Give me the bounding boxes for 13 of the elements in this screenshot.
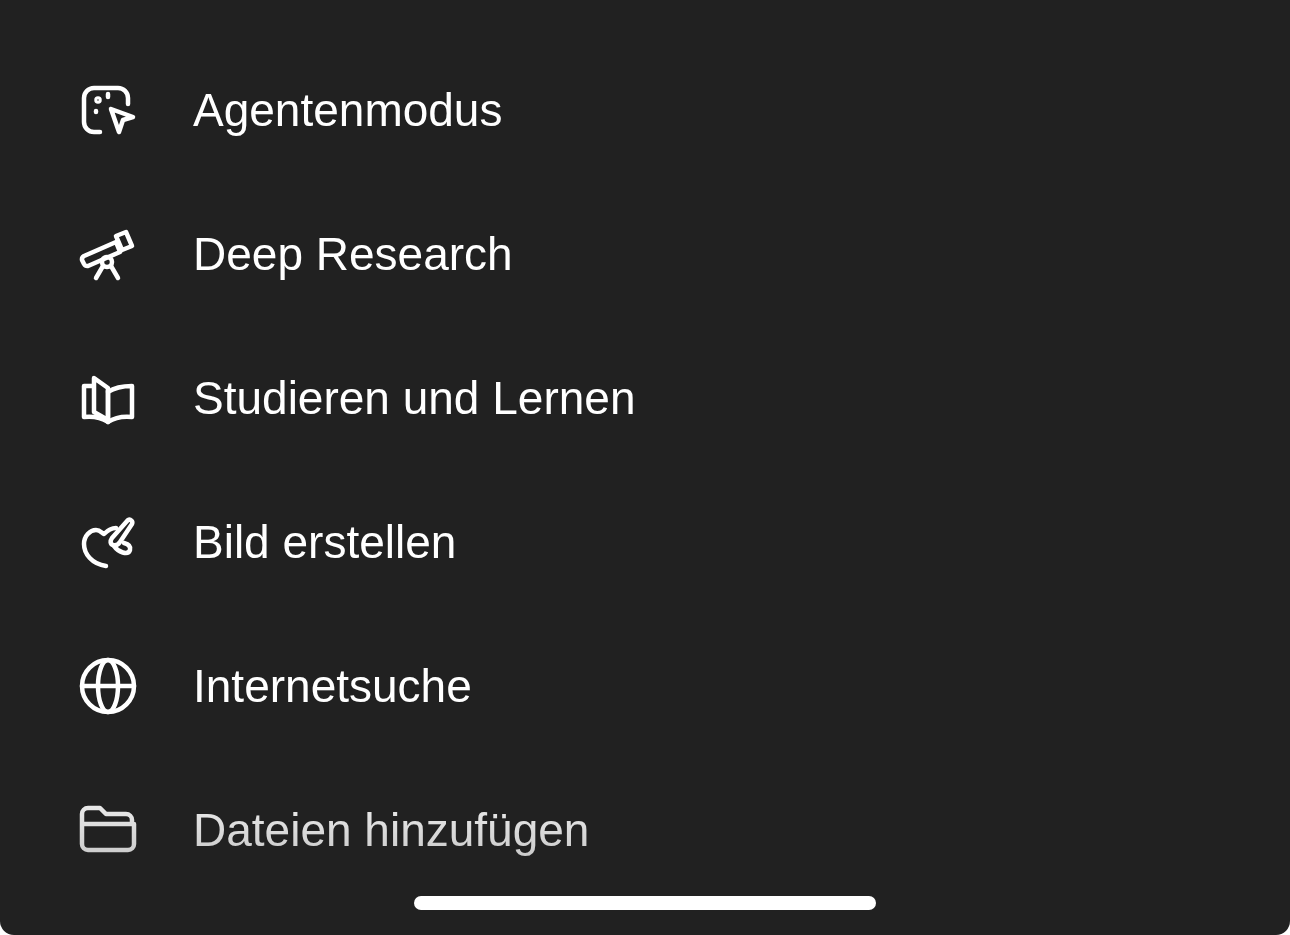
menu-item-label: Internetsuche	[193, 659, 472, 713]
globe-icon	[78, 656, 138, 716]
menu-item[interactable]: Internetsuche	[78, 614, 472, 758]
menu-item[interactable]: Bild erstellen	[78, 470, 457, 614]
menu-item[interactable]: Studieren und Lernen	[78, 326, 636, 470]
menu-item-label: Dateien hinzufügen	[193, 803, 590, 857]
menu-item-label: Studieren und Lernen	[193, 371, 636, 425]
menu-item-label: Agentenmodus	[193, 83, 503, 137]
menu-item[interactable]: Dateien hinzufügen	[78, 758, 590, 902]
menu-item-label: Bild erstellen	[193, 515, 457, 569]
menu-item[interactable]: Agentenmodus	[78, 38, 503, 182]
menu-item[interactable]: Deep Research	[78, 182, 513, 326]
menu-item-label: Deep Research	[193, 227, 513, 281]
